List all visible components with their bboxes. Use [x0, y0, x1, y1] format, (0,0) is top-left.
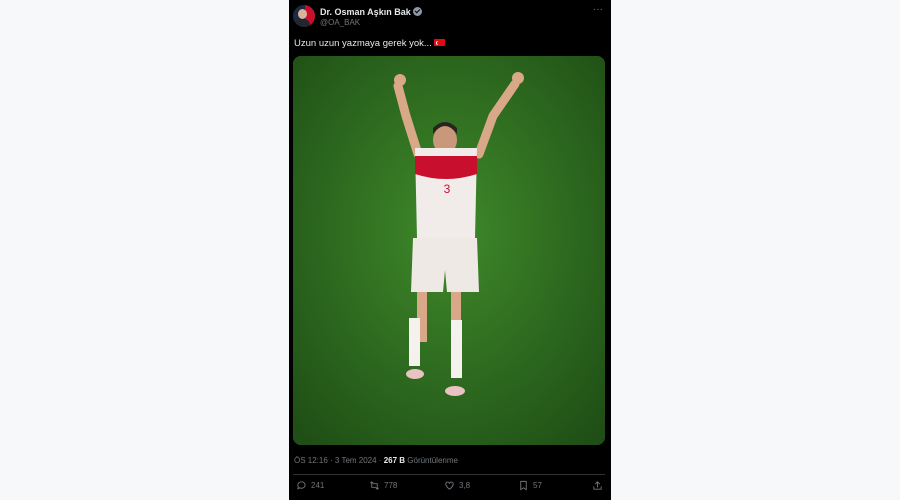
more-icon[interactable]: ···	[593, 4, 603, 15]
like-count: 3,8	[459, 481, 471, 490]
like-button[interactable]: 3,8	[444, 480, 470, 491]
share-button[interactable]	[592, 480, 603, 491]
tweet-text: Uzun uzun yazmaya gerek yok...	[294, 38, 445, 49]
turkey-flag-icon	[433, 39, 445, 46]
bookmark-icon	[520, 480, 527, 491]
repost-count: 778	[384, 481, 398, 490]
bookmark-count: 57	[533, 481, 542, 490]
views-count: 267 B	[383, 456, 406, 465]
divider	[293, 474, 605, 475]
author-name[interactable]: Dr. Osman Aşkın Bak	[320, 7, 422, 17]
views-label: Görüntülenme	[405, 456, 458, 465]
repost-button[interactable]: 778	[369, 480, 397, 491]
bookmark-button[interactable]: 57	[518, 480, 542, 491]
avatar[interactable]	[293, 5, 315, 27]
reply-count: 241	[311, 481, 325, 490]
verified-icon	[412, 7, 422, 16]
svg-text:3: 3	[444, 182, 451, 196]
tweet-meta: ÖS 12:16 · 3 Tem 2024 · 267 B Görüntülen…	[294, 456, 458, 465]
share-icon	[593, 481, 602, 490]
action-bar: 241 778 3,8 57	[289, 480, 611, 496]
reply-icon	[297, 481, 306, 490]
tweet-card[interactable]: Dr. Osman Aşkın Bak @OA_BAK ··· Uzun uzu…	[289, 0, 611, 500]
tweet-text-content: Uzun uzun yazmaya gerek yok...	[294, 38, 432, 49]
tweet-photo[interactable]: 3	[293, 56, 605, 445]
author-handle[interactable]: @OA_BAK	[320, 18, 360, 27]
repost-icon	[370, 481, 379, 490]
author-name-text[interactable]: Dr. Osman Aşkın Bak	[320, 7, 411, 17]
heart-icon	[445, 481, 454, 490]
timestamp[interactable]: ÖS 12:16 · 3 Tem 2024 ·	[294, 456, 384, 465]
player-photo: 3	[293, 56, 605, 445]
reply-button[interactable]: 241	[296, 480, 324, 491]
